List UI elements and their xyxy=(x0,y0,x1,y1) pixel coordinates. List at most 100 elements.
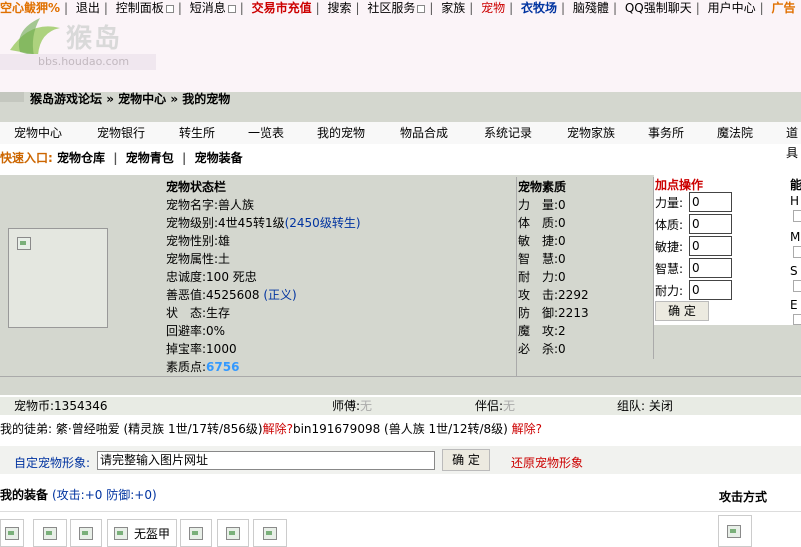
menu-overview[interactable]: 一览表 xyxy=(248,123,284,143)
dropdown-icon[interactable] xyxy=(227,4,236,13)
menu-magic-hall[interactable]: 魔法院 xyxy=(717,123,753,143)
right-checkbox[interactable] xyxy=(793,246,801,258)
breadcrumb-icon xyxy=(0,92,24,102)
custom-confirm-button[interactable]: 确 定 xyxy=(442,449,490,471)
dropdown-icon[interactable] xyxy=(165,4,174,13)
menu-system-log[interactable]: 系统记录 xyxy=(484,123,532,143)
nav-messages[interactable]: 短消息 xyxy=(190,0,226,16)
pet-menu: 宠物中心 宠物银行 转生所 一览表 我的宠物 物品合成 系统记录 宠物家族 事务… xyxy=(0,122,801,160)
right-checkbox[interactable] xyxy=(793,280,801,292)
quality-endurance: 耐 力:0 xyxy=(518,270,566,284)
status-title: 宠物状态栏 xyxy=(166,180,227,194)
nav-family[interactable]: 家族 xyxy=(441,0,465,16)
quality-title: 宠物素质 xyxy=(518,180,567,194)
addpoints-label: 耐力: xyxy=(655,284,684,298)
equip-slot-armor[interactable]: 无盔甲 xyxy=(107,519,177,547)
agility-input[interactable]: 0 xyxy=(689,236,732,256)
attack-mode-label: 攻击方式 xyxy=(719,490,768,504)
money-label: 宠物币:1354346 xyxy=(14,399,108,413)
right-letter: H xyxy=(790,194,800,208)
release-link-2[interactable]: 解除? xyxy=(512,422,542,436)
constitution-input[interactable]: 0 xyxy=(689,214,732,234)
menu-pet-bank[interactable]: 宠物银行 xyxy=(97,123,145,143)
quick-equipment[interactable]: 宠物装备 xyxy=(195,151,243,165)
equip-slot[interactable] xyxy=(0,519,24,547)
addpoints-label: 体质: xyxy=(655,218,684,232)
pet-image-icon xyxy=(17,237,31,250)
breadcrumb-text: 猴岛游戏论坛 » 宠物中心 » 我的宠物 xyxy=(30,92,231,106)
quality-strength: 力 量:0 xyxy=(518,198,566,212)
team: 组队: 关闭 xyxy=(617,399,673,413)
endurance-input[interactable]: 0 xyxy=(689,280,732,300)
nav-ads[interactable]: 广告 xyxy=(771,0,795,16)
partner: 伴侣:无 xyxy=(475,399,516,413)
equip-slot[interactable] xyxy=(253,519,287,547)
pet-panel: 宠物状态栏 宠物名字:兽人族 宠物级别:4世45转1级(2450级转生) 宠物性… xyxy=(0,175,801,395)
quick-warehouse[interactable]: 宠物仓库 xyxy=(57,151,105,165)
equip-slot[interactable] xyxy=(33,519,67,547)
breadcrumb: 猴岛游戏论坛 » 宠物中心 » 我的宠物 xyxy=(0,92,801,122)
breadcrumb-pet-center[interactable]: 宠物中心 xyxy=(118,92,166,106)
right-letter: E xyxy=(790,298,798,312)
top-header: 空心鲅狎% | 退出 | 控制面板 | 短消息 | 交易市充值 | 搜索 | 社区服务 | 家… xyxy=(0,0,801,110)
slot-icon xyxy=(5,527,19,540)
menu-office[interactable]: 事务所 xyxy=(648,123,684,143)
status-drop: 掉宝率:1000 xyxy=(166,342,237,356)
quality-defense: 防 御:2213 xyxy=(518,306,589,320)
apprentice-1: 綮·曾经啪爱 (精灵族 1世/17转/856级) xyxy=(55,422,263,436)
menu-rebirth[interactable]: 转生所 xyxy=(179,123,215,143)
release-link-1[interactable]: 解除? xyxy=(263,422,293,436)
nav-user-center[interactable]: 用户中心 xyxy=(708,0,756,16)
divider xyxy=(0,376,801,377)
menu-my-pet[interactable]: 我的宠物 xyxy=(317,123,365,143)
dropdown-icon[interactable] xyxy=(417,4,426,13)
quality-magic-attack: 魔 攻:2 xyxy=(518,324,566,338)
restore-image-link[interactable]: 还原宠物形象 xyxy=(511,454,583,471)
nav-recharge[interactable]: 交易市充值 xyxy=(252,0,312,16)
status-dodge: 回避率:0% xyxy=(166,324,226,338)
attack-mode-slot[interactable] xyxy=(718,515,752,547)
menu-pet-family[interactable]: 宠物家族 xyxy=(567,123,615,143)
slot-icon xyxy=(727,525,741,538)
karma-link[interactable]: (正义) xyxy=(263,288,296,302)
status-points: 素质点:6756 xyxy=(166,360,240,374)
status-karma: 善恶值:4525608 (正义) xyxy=(166,288,297,302)
site-logo[interactable]: 猴岛 bbs.houdao.com xyxy=(0,10,156,110)
status-section: 宠物状态栏 宠物名字:兽人族 宠物级别:4世45转1级(2450级转生) 宠物性… xyxy=(164,177,516,377)
right-checkbox[interactable] xyxy=(793,210,801,222)
equip-slot[interactable] xyxy=(180,519,212,547)
armor-label: 无盔甲 xyxy=(134,527,171,541)
nav-qq-chat[interactable]: QQ强制聊天 xyxy=(625,0,692,16)
breadcrumb-my-pet[interactable]: 我的宠物 xyxy=(182,92,230,106)
rebirth-link[interactable]: (2450级转生) xyxy=(285,216,361,230)
addpoints-label: 敏捷: xyxy=(655,240,684,254)
nav-search[interactable]: 搜索 xyxy=(327,0,351,16)
wisdom-input[interactable]: 0 xyxy=(689,258,732,278)
quick-bag[interactable]: 宠物青包 xyxy=(126,151,174,165)
nav-pet[interactable]: 宠物 xyxy=(481,0,505,16)
equipment-stats: (攻击:+0 防御:+0) xyxy=(52,488,157,502)
slot-icon xyxy=(189,527,203,540)
right-column: 能 H M S E xyxy=(790,175,801,325)
pet-image-frame xyxy=(8,228,108,328)
status-gender: 宠物性别:雄 xyxy=(166,234,231,248)
nav-farm[interactable]: 衣牧场 xyxy=(521,0,557,16)
equip-slot[interactable] xyxy=(70,519,102,547)
addpoints-confirm-button[interactable]: 确 定 xyxy=(655,301,709,321)
nav-brain[interactable]: 脑殘體 xyxy=(573,0,609,16)
right-checkbox[interactable] xyxy=(793,314,801,325)
strength-input[interactable]: 0 xyxy=(689,192,732,212)
pet-money-row: 宠物币:1354346 师傅:无 伴侣:无 组队: 关闭 xyxy=(0,397,801,415)
equip-slot[interactable] xyxy=(217,519,249,547)
status-loyalty: 忠诚度:100 死忠 xyxy=(166,270,257,284)
menu-item-synthesis[interactable]: 物品合成 xyxy=(400,123,448,143)
menu-props[interactable]: 道具 xyxy=(786,123,801,163)
nav-community[interactable]: 社区服务 xyxy=(367,0,415,16)
apprentice-row: 我的徒弟: 綮·曾经啪爱 (精灵族 1世/17转/856级)解除?bin1916… xyxy=(0,420,542,438)
image-url-input[interactable]: 请完整输入图片网址 xyxy=(97,451,435,470)
breadcrumb-forum[interactable]: 猴岛游戏论坛 xyxy=(30,92,102,106)
quality-wisdom: 智 慧:0 xyxy=(518,252,566,266)
right-letter: M xyxy=(790,230,801,244)
quick-label: 快速入口: xyxy=(0,151,53,165)
menu-pet-center[interactable]: 宠物中心 xyxy=(14,123,62,143)
